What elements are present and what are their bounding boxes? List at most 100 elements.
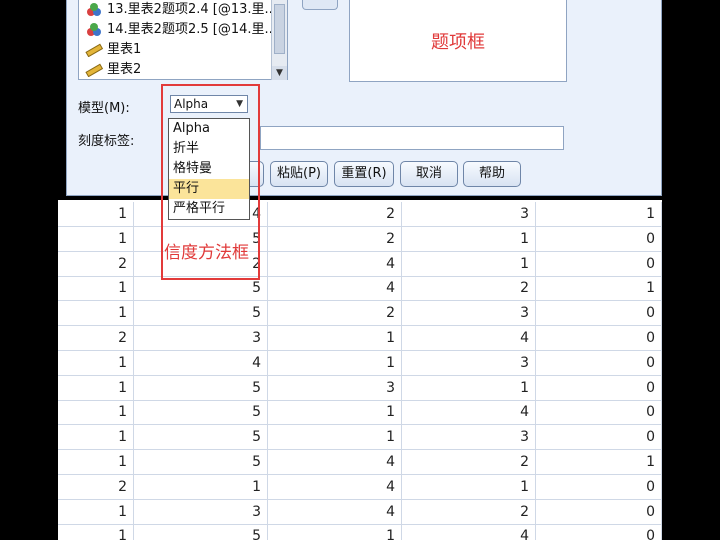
table-row: 15140 [58,524,662,540]
table-cell[interactable]: 3 [402,350,536,375]
table-cell[interactable]: 4 [402,326,536,350]
table-cell[interactable]: 1 [536,276,662,301]
list-item[interactable]: 里表1 [85,40,141,60]
table-cell[interactable]: 3 [402,301,536,326]
table-cell[interactable]: 4 [268,450,402,474]
list-item[interactable]: 里表2 [85,60,141,80]
table-cell[interactable]: 1 [58,350,134,375]
scale-icon [85,63,103,77]
list-item[interactable]: 13.里表2题项2.4 [@13.里... [85,0,277,20]
table-row: 14130 [58,350,662,376]
table-cell[interactable]: 0 [536,524,662,540]
table-cell[interactable]: 1 [58,425,134,450]
help-button[interactable]: 帮助 [463,161,521,187]
items-box-annotation: 题项框 [431,32,485,53]
table-cell[interactable]: 0 [536,375,662,400]
scrollbar-thumb[interactable] [274,4,285,54]
table-cell[interactable]: 1 [536,450,662,474]
table-cell[interactable]: 1 [402,375,536,400]
table-cell[interactable]: 1 [268,400,402,425]
table-row: 15210 [58,226,662,252]
table-cell[interactable]: 0 [536,301,662,326]
table-cell[interactable]: 1 [58,276,134,301]
list-item-label: 里表1 [107,42,142,57]
table-cell[interactable]: 4 [134,350,268,375]
table-cell[interactable]: 0 [536,350,662,375]
table-cell[interactable]: 1 [58,301,134,326]
list-item-label: 里表2 [107,62,142,77]
move-item-button[interactable] [302,0,338,10]
scroll-down-icon[interactable]: ▼ [272,66,287,80]
reset-button[interactable]: 重置(R) [334,161,394,187]
table-cell[interactable]: 3 [402,425,536,450]
table-cell[interactable]: 2 [268,202,402,226]
table-cell[interactable]: 4 [268,276,402,301]
table-row: 15130 [58,425,662,451]
table-cell[interactable]: 4 [268,499,402,524]
variable-list[interactable]: 13.里表2题项2.4 [@13.里... 14.里表2题项2.5 [@14.里… [78,0,288,80]
list-item-label: 13.里表2题项2.4 [@13.里... [107,2,277,17]
table-cell[interactable]: 1 [58,375,134,400]
table-cell[interactable]: 5 [134,301,268,326]
annotation-label: 信度方法框 [164,238,249,263]
table-cell[interactable]: 1 [402,226,536,251]
table-cell[interactable]: 1 [58,400,134,425]
table-row: 22410 [58,251,662,277]
table-cell[interactable]: 0 [536,474,662,499]
table-cell[interactable]: 3 [134,326,268,350]
list-scrollbar[interactable]: ▼ [271,0,287,80]
table-row: 23140 [58,326,662,351]
table-cell[interactable]: 1 [134,474,268,499]
scale-label-input[interactable] [260,126,564,150]
table-cell[interactable]: 5 [134,524,268,540]
table-cell[interactable]: 2 [58,251,134,276]
table-cell[interactable]: 2 [268,301,402,326]
table-cell[interactable]: 1 [58,524,134,540]
table-cell[interactable]: 1 [58,450,134,474]
table-cell[interactable]: 2 [58,474,134,499]
table-cell[interactable]: 0 [536,251,662,276]
table-cell[interactable]: 3 [268,375,402,400]
table-cell[interactable]: 4 [402,524,536,540]
right-black-bar [662,0,720,540]
table-cell[interactable]: 1 [58,202,134,226]
items-box[interactable]: 题项框 [349,0,567,82]
table-cell[interactable]: 4 [402,400,536,425]
table-row: 15421 [58,276,662,302]
table-cell[interactable]: 3 [402,202,536,226]
table-cell[interactable]: 5 [134,450,268,474]
table-cell[interactable]: 4 [268,474,402,499]
table-cell[interactable]: 2 [58,326,134,350]
table-cell[interactable]: 1 [402,251,536,276]
table-cell[interactable]: 4 [268,251,402,276]
table-cell[interactable]: 0 [536,425,662,450]
table-cell[interactable]: 1 [58,499,134,524]
table-cell[interactable]: 1 [536,202,662,226]
table-cell[interactable]: 2 [402,499,536,524]
paste-button[interactable]: 粘贴(P) [270,161,328,187]
table-cell[interactable]: 1 [268,425,402,450]
table-cell[interactable]: 1 [268,326,402,350]
table-cell[interactable]: 0 [536,499,662,524]
data-grid: 1423115210224101542115230231401413015310… [58,200,662,540]
table-cell[interactable]: 5 [134,375,268,400]
table-cell[interactable]: 2 [402,450,536,474]
table-cell[interactable]: 5 [134,400,268,425]
table-cell[interactable]: 1 [58,226,134,251]
scale-label-label: 刻度标签: [78,134,135,149]
table-cell[interactable]: 1 [402,474,536,499]
table-cell[interactable]: 3 [134,499,268,524]
table-cell[interactable]: 1 [268,350,402,375]
table-cell[interactable]: 0 [536,326,662,350]
table-row: 15421 [58,450,662,475]
table-cell[interactable]: 1 [268,524,402,540]
table-cell[interactable]: 0 [536,400,662,425]
table-cell[interactable]: 5 [134,425,268,450]
cancel-button[interactable]: 取消 [400,161,458,187]
list-item[interactable]: 14.里表2题项2.5 [@14.里... [85,20,277,40]
table-cell[interactable]: 0 [536,226,662,251]
table-cell[interactable]: 2 [402,276,536,301]
nominal-icon [87,2,101,16]
table-row: 13420 [58,499,662,525]
table-cell[interactable]: 2 [268,226,402,251]
